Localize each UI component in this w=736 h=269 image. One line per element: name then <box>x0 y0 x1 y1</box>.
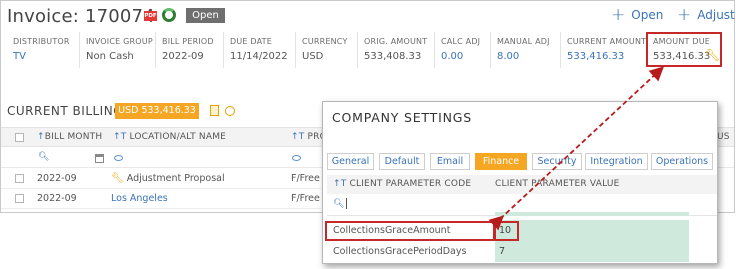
link-arrow <box>488 66 664 231</box>
